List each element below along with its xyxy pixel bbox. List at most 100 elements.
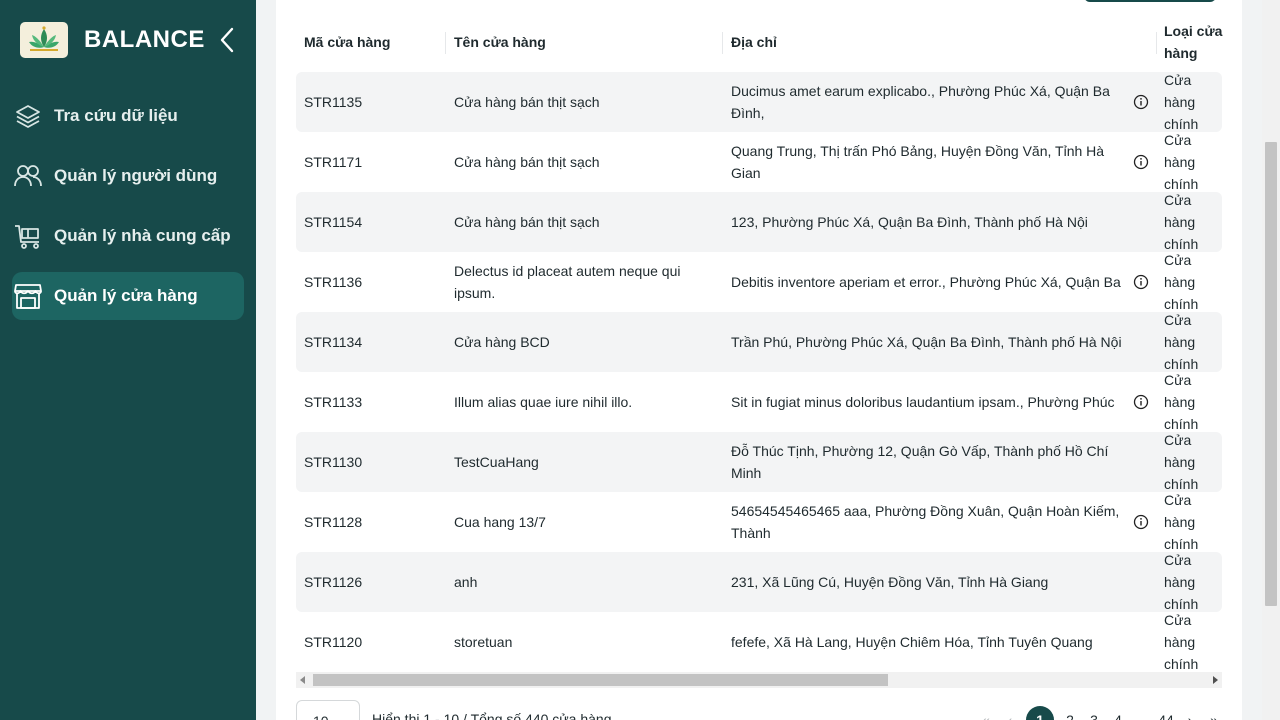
store-address: Đỗ Thúc Tịnh, Phường 12, Quận Gò Vấp, Th… (731, 443, 1109, 481)
table-row[interactable]: STR1134 Cửa hàng BCD Trần Phú, Phường Ph… (296, 312, 1222, 372)
table-row[interactable]: STR1154 Cửa hàng bán thịt sạch 123, Phườ… (296, 192, 1222, 252)
store-name: TestCuaHang (454, 454, 539, 470)
users-icon (12, 160, 44, 192)
table-header: Mã cửa hàng Tên cửa hàng Địa chỉ Loại cử… (296, 20, 1222, 64)
store-type: Cửa hàng chính (1164, 312, 1199, 372)
sidebar-item-suppliers[interactable]: Quản lý nhà cung cấp (12, 212, 244, 260)
store-address: Debitis inventore aperiam et error., Phư… (731, 274, 1121, 290)
table-row[interactable]: STR1171 Cửa hàng bán thịt sạch Quang Tru… (296, 132, 1222, 192)
sidebar-item-label: Quản lý nhà cung cấp (54, 226, 231, 245)
column-header-name[interactable]: Tên cửa hàng (454, 20, 716, 64)
store-address: 54654545465465 aaa, Phường Đồng Xuân, Qu… (731, 503, 1120, 541)
collapse-sidebar-button[interactable] (214, 26, 240, 54)
layers-icon (12, 100, 44, 132)
next-page-icon[interactable]: › (1182, 706, 1198, 720)
sidebar: BALANCE Tra cứu dữ liệu Quản lý người dù… (0, 0, 256, 720)
vertical-scrollbar[interactable] (1262, 0, 1280, 720)
store-type: Cửa hàng chính (1164, 252, 1199, 312)
chevron-left-icon (220, 27, 234, 53)
store-name: anh (454, 574, 478, 590)
store-name: Cửa hàng bán thịt sạch (454, 154, 600, 170)
page-button[interactable]: 44 (1158, 706, 1174, 720)
table-row[interactable]: STR1126 anh 231, Xã Lũng Cú, Huyện Đồng … (296, 552, 1222, 612)
store-type: Cửa hàng chính (1164, 192, 1199, 252)
cart-icon (12, 220, 44, 252)
store-address: fefefe, Xã Hà Lang, Huyện Chiêm Hóa, Tỉn… (731, 634, 1093, 650)
store-name: Delectus id placeat autem neque qui ipsu… (454, 263, 681, 301)
store-name: Cửa hàng bán thịt sạch (454, 214, 600, 230)
store-address: 123, Phường Phúc Xá, Quận Ba Đình, Thành… (731, 214, 1088, 230)
sidebar-item-users[interactable]: Quản lý người dùng (12, 152, 244, 200)
last-page-icon[interactable]: » (1206, 706, 1222, 720)
info-icon[interactable] (1133, 274, 1149, 290)
store-type: Cửa hàng chính (1164, 492, 1199, 552)
store-name: Cửa hàng bán thịt sạch (454, 94, 600, 110)
horizontal-scrollbar[interactable] (296, 672, 1222, 688)
page-button[interactable]: 4 (1110, 706, 1126, 720)
add-store-button[interactable] (1084, 0, 1216, 2)
store-address: Ducimus amet earum explicabo., Phường Ph… (731, 83, 1110, 121)
store-name: Cửa hàng BCD (454, 334, 550, 350)
scroll-left-icon[interactable] (300, 676, 305, 684)
info-icon[interactable] (1133, 94, 1149, 110)
info-icon[interactable] (1133, 154, 1149, 170)
store-code: STR1120 (304, 634, 363, 650)
store-name: storetuan (454, 634, 513, 650)
logo (20, 22, 68, 58)
store-address: Trần Phú, Phường Phúc Xá, Quận Ba Đình, … (731, 334, 1122, 350)
store-code: STR1136 (304, 274, 363, 290)
store-address: Quang Trung, Thị trấn Phó Bảng, Huyện Đồ… (731, 143, 1105, 181)
sidebar-item-label: Tra cứu dữ liệu (54, 106, 178, 125)
page-button[interactable]: 1 (1026, 706, 1054, 720)
table-row[interactable]: STR1136 Delectus id placeat autem neque … (296, 252, 1222, 312)
lotus-logo-icon (29, 26, 59, 51)
table-row[interactable]: STR1128 Cua hang 13/7 54654545465465 aaa… (296, 492, 1222, 552)
page-size-select[interactable]: 10 (296, 700, 360, 720)
pagination-summary: Hiển thị 1 - 10 / Tổng số 440 cửa hàng (372, 711, 612, 720)
column-header-code[interactable]: Mã cửa hàng (304, 20, 444, 64)
store-code: STR1135 (304, 94, 363, 110)
store-address: 231, Xã Lũng Cú, Huyện Đồng Văn, Tỉnh Hà… (731, 574, 1049, 590)
store-type: Cửa hàng chính (1164, 612, 1199, 672)
store-type: Cửa hàng chính (1164, 372, 1199, 432)
store-code: STR1134 (304, 334, 363, 350)
table-footer: 10 Hiển thị 1 - 10 / Tổng số 440 cửa hàn… (296, 700, 1222, 720)
first-page-icon[interactable]: « (978, 706, 994, 720)
table-row[interactable]: STR1133 Illum alias quae iure nihil illo… (296, 372, 1222, 432)
store-code: STR1128 (304, 514, 363, 530)
sidebar-item-label: Quản lý cửa hàng (54, 286, 198, 305)
store-code: STR1171 (304, 154, 363, 170)
column-header-address[interactable]: Địa chỉ (731, 20, 1131, 64)
page-size-value: 10 (313, 713, 329, 720)
table-row[interactable]: STR1120 storetuan fefefe, Xã Hà Lang, Hu… (296, 612, 1222, 672)
column-divider (445, 32, 446, 54)
table-row[interactable]: STR1135 Cửa hàng bán thịt sạch Ducimus a… (296, 72, 1222, 132)
store-type: Cửa hàng chính (1164, 432, 1199, 492)
sidebar-item-label: Quản lý người dùng (54, 166, 218, 185)
column-header-type[interactable]: Loại cửa hàng (1164, 20, 1224, 64)
sidebar-item-tra-cuu[interactable]: Tra cứu dữ liệu (12, 92, 244, 140)
brand-name: BALANCE (84, 26, 205, 53)
page-ellipsis: ... (1136, 712, 1148, 720)
store-name: Illum alias quae iure nihil illo. (454, 394, 633, 410)
store-address: Sit in fugiat minus doloribus laudantium… (731, 394, 1115, 410)
main-content: Mã cửa hàng Tên cửa hàng Địa chỉ Loại cử… (256, 0, 1280, 720)
page-button[interactable]: 3 (1086, 706, 1102, 720)
info-icon[interactable] (1133, 394, 1149, 410)
column-divider (1156, 32, 1157, 54)
store-table-card: Mã cửa hàng Tên cửa hàng Địa chỉ Loại cử… (276, 0, 1242, 720)
info-icon[interactable] (1133, 514, 1149, 530)
store-type: Cửa hàng chính (1164, 72, 1199, 132)
column-divider (722, 32, 723, 54)
prev-page-icon[interactable]: ‹ (1002, 706, 1018, 720)
sidebar-item-stores[interactable]: Quản lý cửa hàng (12, 272, 244, 320)
scrollbar-thumb[interactable] (1265, 142, 1277, 606)
page-button[interactable]: 2 (1062, 706, 1078, 720)
table-row[interactable]: STR1130 TestCuaHang Đỗ Thúc Tịnh, Phường… (296, 432, 1222, 492)
scroll-right-icon[interactable] (1213, 676, 1218, 684)
store-code: STR1126 (304, 574, 363, 590)
pagination: « ‹ 1 2 3 4 ... 44 › » (978, 706, 1222, 720)
store-code: STR1154 (304, 214, 363, 230)
scrollbar-thumb[interactable] (313, 674, 888, 686)
store-icon (12, 280, 44, 312)
